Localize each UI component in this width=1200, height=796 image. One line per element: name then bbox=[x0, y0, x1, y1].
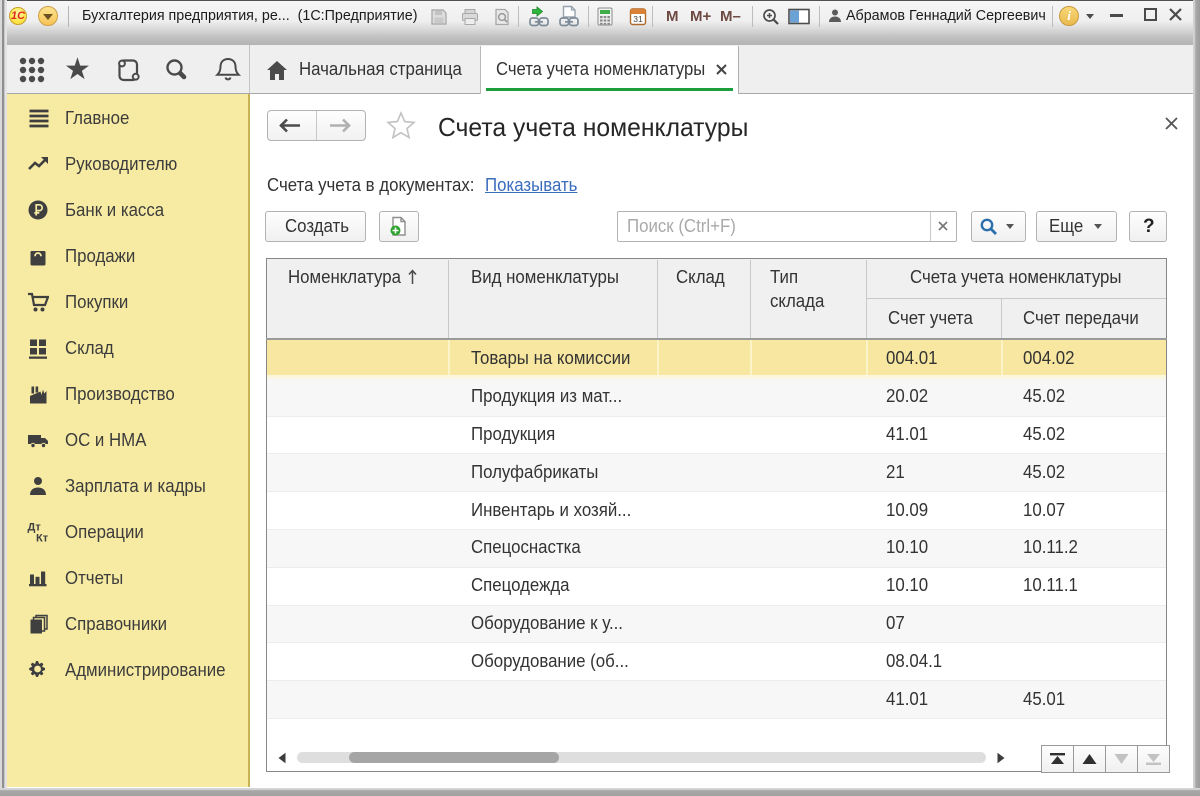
svg-text:Кт: Кт bbox=[36, 533, 49, 544]
svg-text:31: 31 bbox=[633, 14, 643, 24]
